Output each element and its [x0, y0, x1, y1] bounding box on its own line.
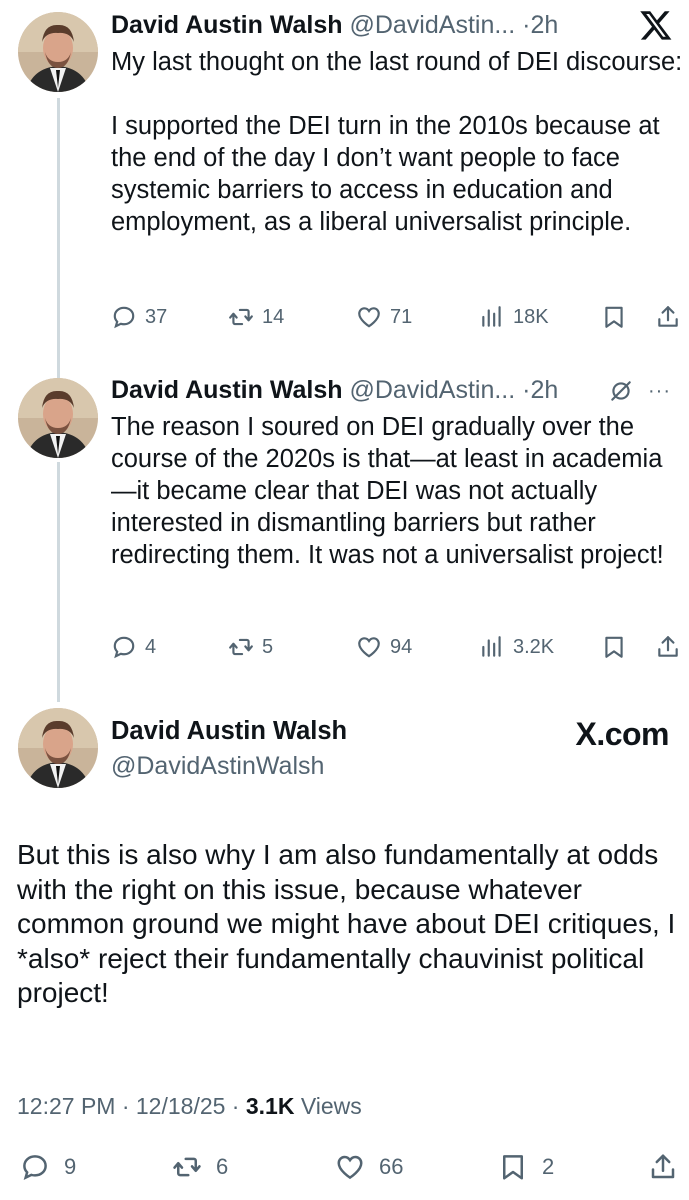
reply-button[interactable]: 37 — [111, 300, 167, 334]
bookmark-button[interactable]: 2 — [498, 1150, 554, 1184]
repost-button[interactable]: 14 — [228, 300, 284, 334]
share-icon — [658, 636, 678, 657]
x-com-watermark: X.com — [575, 716, 669, 752]
author-handle[interactable]: @DavidAstinWalsh — [111, 752, 324, 781]
analytics-icon — [482, 306, 501, 327]
views-count: 3.2K — [513, 635, 555, 658]
bookmark-count: 2 — [542, 1154, 555, 1179]
thread-line — [57, 98, 60, 378]
share-button[interactable] — [655, 300, 681, 334]
x-logo-icon[interactable] — [639, 8, 673, 42]
reply-icon — [23, 1155, 47, 1180]
avatar[interactable] — [18, 708, 98, 788]
tweet-meta: 12:27 PM · 12/18/25 · 3.1K Views — [17, 1093, 362, 1120]
repost-icon — [229, 308, 253, 326]
tweet-actions: 4 5 94 3.2K — [111, 630, 689, 664]
repost-button[interactable]: 6 — [172, 1150, 228, 1184]
more-options-icon[interactable]: ··· — [648, 381, 671, 401]
reply-button[interactable]: 4 — [111, 630, 156, 664]
tweet-text: My last thought on the last round of DEI… — [111, 46, 686, 238]
tweet-paragraph: The reason I soured on DEI gradually ove… — [111, 413, 664, 569]
author-name[interactable]: David Austin Walsh — [111, 717, 347, 746]
tweet-text: The reason I soured on DEI gradually ove… — [111, 411, 686, 571]
reply-button[interactable]: 9 — [20, 1150, 76, 1184]
tweet-paragraph: My last thought on the last round of DEI… — [111, 48, 683, 76]
main-tweet-text: But this is also why I am also fundament… — [17, 839, 676, 1008]
author-handle[interactable]: @DavidAstin... — [349, 11, 515, 39]
share-icon — [651, 1154, 675, 1179]
repost-icon — [229, 638, 253, 656]
repost-count: 14 — [262, 305, 285, 328]
bookmark-icon — [503, 1155, 523, 1180]
main-tweet-actions: 9 6 66 2 — [20, 1150, 680, 1186]
bookmark-icon — [605, 306, 623, 328]
repost-icon — [173, 1157, 201, 1177]
reply-count: 4 — [145, 635, 157, 658]
reply-icon — [113, 306, 135, 329]
tweet-time[interactable]: 2h — [530, 376, 558, 404]
tweet-time[interactable]: 2h — [530, 11, 558, 39]
like-count: 94 — [390, 635, 413, 658]
tweet-actions: 37 14 71 18K — [111, 300, 689, 334]
like-count: 66 — [379, 1154, 404, 1179]
tweet-header: David Austin Walsh @DavidAstin... ·2h — [111, 10, 558, 40]
reply-count: 37 — [145, 305, 168, 328]
bookmark-button[interactable] — [601, 300, 627, 334]
views-button[interactable]: 3.2K — [479, 630, 554, 664]
author-handle[interactable]: @DavidAstin... — [349, 376, 515, 404]
avatar[interactable] — [18, 378, 98, 458]
tweet-menu-icons: ··· — [608, 378, 671, 404]
tweet-header: David Austin Walsh @DavidAstin... ·2h — [111, 375, 558, 405]
analytics-icon — [482, 636, 501, 657]
repost-button[interactable]: 5 — [228, 630, 273, 664]
heart-icon — [358, 307, 380, 328]
grok-icon[interactable] — [608, 378, 634, 404]
like-button[interactable]: 71 — [356, 300, 412, 334]
reply-icon — [113, 636, 135, 659]
tweet-paragraph: I supported the DEI turn in the 2010s be… — [111, 112, 660, 236]
like-count: 71 — [390, 305, 413, 328]
views-label: Views — [294, 1093, 362, 1119]
heart-icon — [358, 637, 380, 658]
main-views-count: 3.1K — [245, 1093, 295, 1119]
author-name[interactable]: David Austin Walsh — [111, 11, 343, 39]
views-button[interactable]: 18K — [479, 300, 549, 334]
repost-count: 6 — [216, 1154, 229, 1179]
share-button[interactable] — [648, 1150, 689, 1184]
thread-line — [57, 462, 60, 702]
bookmark-button[interactable] — [601, 630, 627, 664]
tweet-timestamp[interactable]: 12:27 PM · 12/18/25 · — [17, 1093, 246, 1119]
author-name[interactable]: David Austin Walsh — [111, 376, 343, 404]
share-icon — [658, 306, 678, 327]
views-count: 18K — [513, 305, 549, 328]
heart-icon — [337, 1155, 363, 1180]
like-button[interactable]: 94 — [356, 630, 412, 664]
repost-count: 5 — [262, 635, 274, 658]
avatar[interactable] — [18, 12, 98, 92]
bookmark-icon — [605, 636, 623, 658]
reply-count: 9 — [64, 1154, 77, 1179]
share-button[interactable] — [655, 630, 681, 664]
like-button[interactable]: 66 — [335, 1150, 403, 1184]
